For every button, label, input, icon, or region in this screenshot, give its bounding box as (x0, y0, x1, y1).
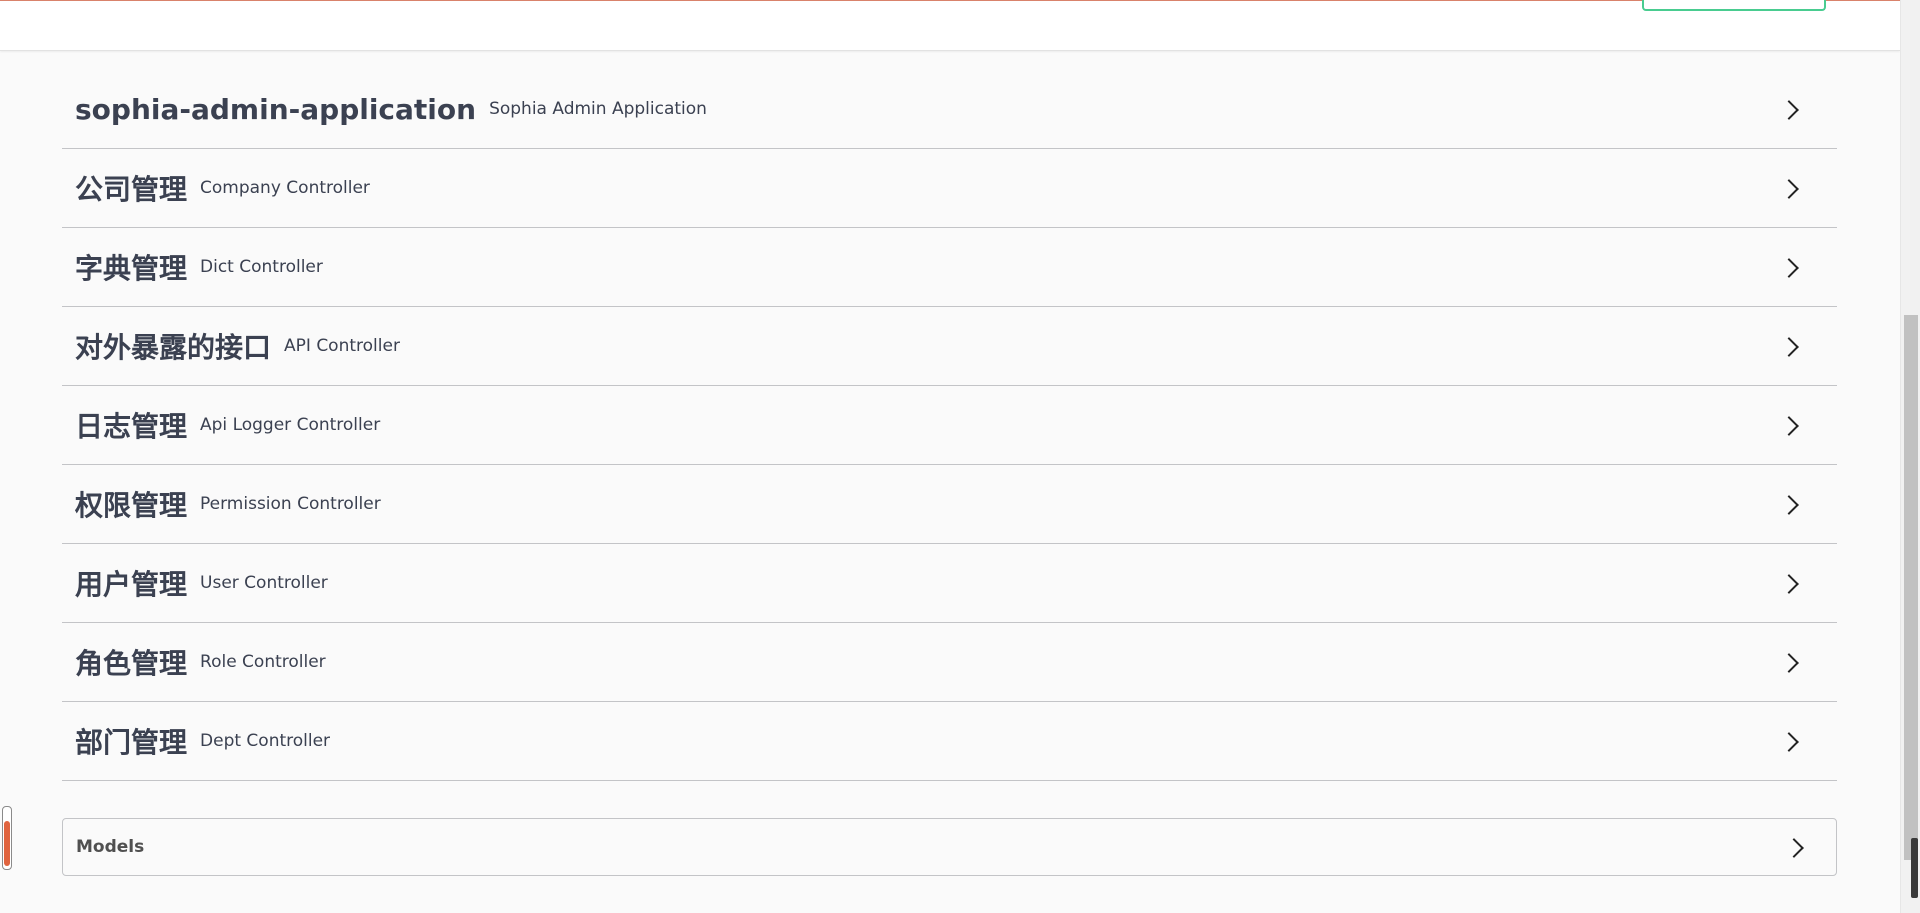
tag-section-role[interactable]: 角色管理 Role Controller (62, 623, 1837, 702)
chevron-right-icon[interactable] (1785, 733, 1801, 749)
models-title: Models (76, 837, 145, 857)
models-section[interactable]: Models (62, 818, 1837, 876)
authorize-button[interactable] (1642, 0, 1826, 11)
chevron-right-icon[interactable] (1785, 259, 1801, 275)
operation-tag-list: sophia-admin-application Sophia Admin Ap… (62, 70, 1837, 781)
tag-name: 字典管理 (75, 252, 188, 285)
chevron-right-icon[interactable] (1785, 417, 1801, 433)
tag-description: User Controller (200, 573, 328, 593)
tag-description: Company Controller (200, 178, 370, 198)
tag-name: 公司管理 (75, 173, 188, 206)
chevron-right-icon[interactable] (1785, 575, 1801, 591)
scrollbar-thumb[interactable] (1904, 315, 1918, 860)
tag-section-api-logger[interactable]: 日志管理 Api Logger Controller (62, 386, 1837, 465)
tag-description: Permission Controller (200, 494, 381, 514)
tag-name: 日志管理 (75, 410, 188, 443)
tag-section-api[interactable]: 对外暴露的接口 API Controller (62, 307, 1837, 386)
tag-section-user[interactable]: 用户管理 User Controller (62, 544, 1837, 623)
tag-section-dept[interactable]: 部门管理 Dept Controller (62, 702, 1837, 781)
tag-name: 部门管理 (75, 726, 188, 759)
tag-description: Dict Controller (200, 257, 323, 277)
tag-name: 权限管理 (75, 489, 188, 522)
tag-name: 用户管理 (75, 568, 188, 601)
tag-description: Role Controller (200, 652, 326, 672)
tag-description: Api Logger Controller (200, 415, 381, 435)
chevron-right-icon[interactable] (1785, 101, 1801, 117)
chevron-right-icon[interactable] (1785, 496, 1801, 512)
minimap-indicator (1911, 838, 1918, 898)
chevron-right-icon[interactable] (1785, 180, 1801, 196)
tag-description: Dept Controller (200, 731, 331, 751)
tag-description: API Controller (284, 336, 400, 356)
tag-section-dict[interactable]: 字典管理 Dict Controller (62, 228, 1837, 307)
tag-section-sophia-admin-application[interactable]: sophia-admin-application Sophia Admin Ap… (62, 70, 1837, 149)
chevron-right-icon[interactable] (1785, 338, 1801, 354)
tag-name: sophia-admin-application (75, 92, 477, 126)
tag-section-company[interactable]: 公司管理 Company Controller (62, 149, 1837, 228)
side-progress-widget[interactable] (2, 806, 12, 870)
vertical-scrollbar[interactable] (1900, 0, 1920, 913)
chevron-right-icon[interactable] (1790, 839, 1806, 855)
tag-name: 角色管理 (75, 647, 188, 680)
chevron-right-icon[interactable] (1785, 654, 1801, 670)
tag-name: 对外暴露的接口 (75, 331, 272, 364)
tag-section-permission[interactable]: 权限管理 Permission Controller (62, 465, 1837, 544)
top-bar (0, 0, 1900, 51)
tag-description: Sophia Admin Application (489, 99, 707, 119)
side-progress-fill (4, 821, 10, 866)
